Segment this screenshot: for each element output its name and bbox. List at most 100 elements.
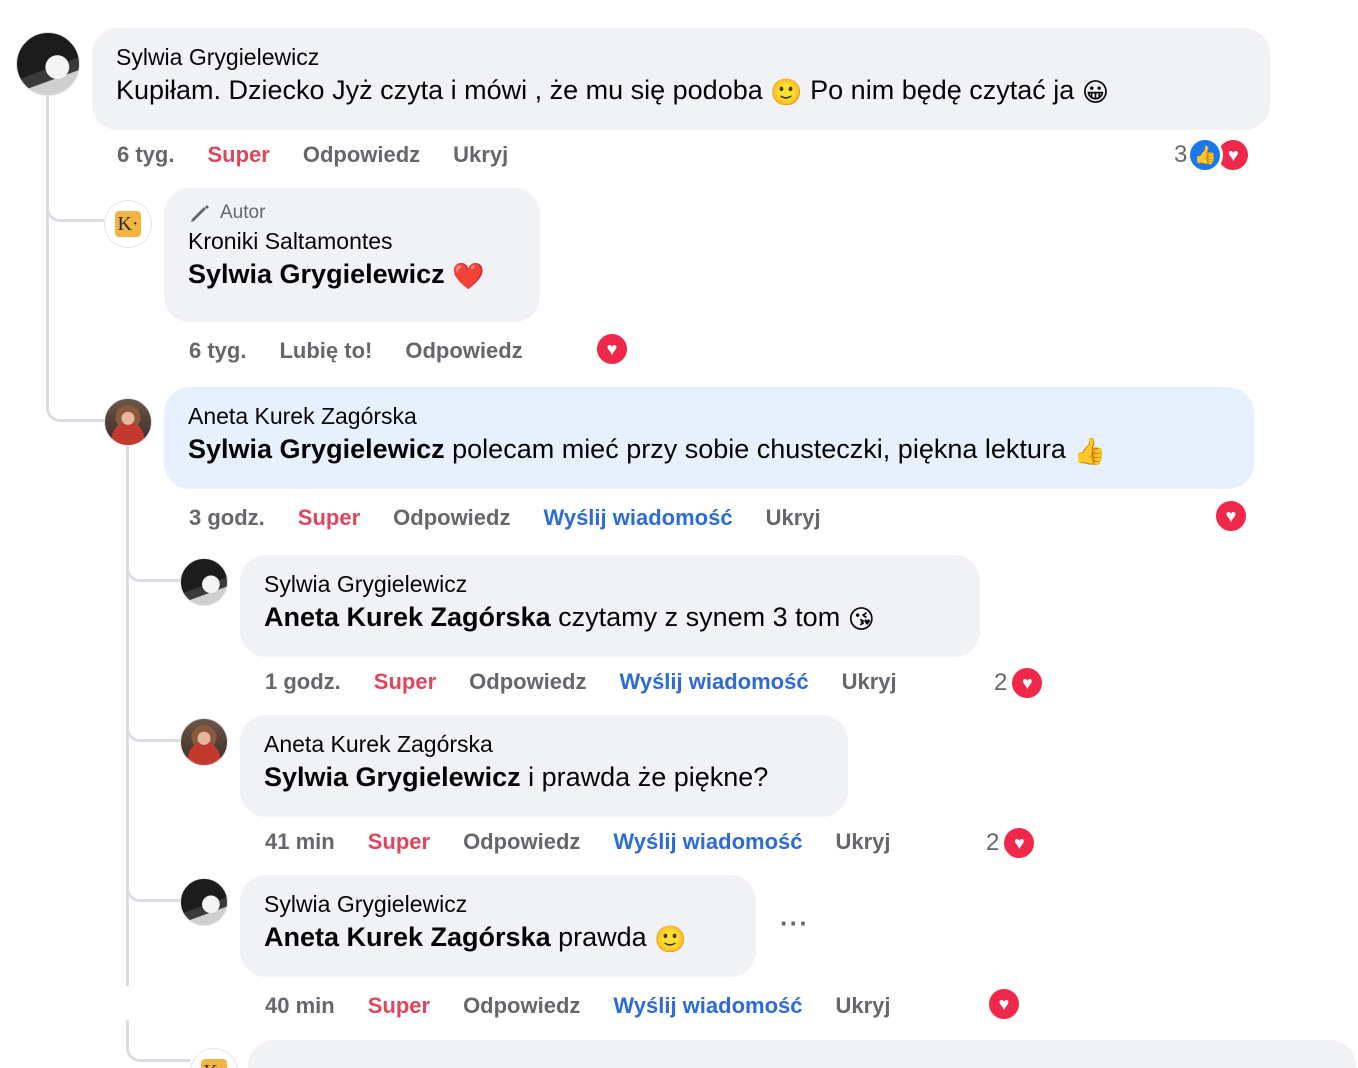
super-button[interactable]: Super xyxy=(368,993,430,1019)
avatar[interactable]: K· xyxy=(190,1048,238,1068)
super-button[interactable]: Super xyxy=(374,669,436,695)
comment-bubble: Aneta Kurek Zagórska Sylwia Grygielewicz… xyxy=(240,715,848,817)
reaction-count: 2 xyxy=(994,669,1008,696)
reply-input-bubble[interactable] xyxy=(248,1040,1356,1068)
avatar[interactable] xyxy=(180,558,228,606)
heart-reaction-icon: ♥ xyxy=(1001,825,1038,861)
comment-text-body: Kupiłam. Dziecko Jyż czyta i mówi , że m… xyxy=(116,75,763,105)
thread-elbow-nested-2 xyxy=(126,700,180,742)
timestamp[interactable]: 40 min xyxy=(265,993,335,1019)
reaction-summary[interactable]: ♥ xyxy=(1213,498,1249,534)
reaction-summary[interactable]: 3 👍 ♥ xyxy=(1174,137,1252,173)
avatar[interactable]: K· xyxy=(104,200,152,248)
grin-emoji-icon: 😀 xyxy=(1081,77,1109,107)
comment-author[interactable]: Sylwia Grygielewicz xyxy=(264,889,732,919)
comment-author[interactable]: Aneta Kurek Zagórska xyxy=(264,729,824,759)
timestamp[interactable]: 6 tyg. xyxy=(117,142,174,168)
reply-button[interactable]: Odpowiedz xyxy=(405,338,522,364)
comment-author[interactable]: Sylwia Grygielewicz xyxy=(264,569,956,599)
mention-link[interactable]: Sylwia Grygielewicz xyxy=(188,259,445,289)
reply-button[interactable]: Odpowiedz xyxy=(463,829,580,855)
comment-author[interactable]: Aneta Kurek Zagórska xyxy=(188,401,1230,431)
mention-link[interactable]: Sylwia Grygielewicz xyxy=(264,762,521,792)
more-options-icon[interactable]: ··· xyxy=(780,908,809,939)
page-logo: K· xyxy=(115,211,141,237)
reaction-count: 3 xyxy=(1174,141,1188,168)
heart-reaction-icon: ♥ xyxy=(594,331,630,367)
super-button[interactable]: Super xyxy=(207,142,269,168)
reaction-summary[interactable]: ♥ xyxy=(594,331,630,367)
timestamp[interactable]: 1 godz. xyxy=(265,669,341,695)
super-button[interactable]: Super xyxy=(298,505,360,531)
mention-link[interactable]: Aneta Kurek Zagórska xyxy=(264,922,551,952)
author-badge: Autor xyxy=(188,200,516,226)
send-message-button[interactable]: Wyślij wiadomość xyxy=(543,505,732,531)
comment-actions: 6 tyg. Lubię to! Odpowiedz xyxy=(189,338,556,364)
thread-elbow-author-reply xyxy=(46,150,104,222)
smile-emoji-icon: 🙂 xyxy=(770,77,803,107)
reply-button[interactable]: Odpowiedz xyxy=(393,505,510,531)
timestamp[interactable]: 41 min xyxy=(265,829,335,855)
timestamp[interactable]: 6 tyg. xyxy=(189,338,246,364)
send-message-button[interactable]: Wyślij wiadomość xyxy=(613,993,802,1019)
smile-emoji-icon: 🙂 xyxy=(654,924,687,954)
comment-bubble: Sylwia Grygielewicz Kupiłam. Dziecko Jyż… xyxy=(92,28,1270,130)
avatar[interactable] xyxy=(104,398,152,446)
comment-bubble: Autor Kroniki Saltamontes Sylwia Grygiel… xyxy=(164,188,540,322)
pen-icon xyxy=(191,205,209,222)
comment-actions: 41 min Super Odpowiedz Wyślij wiadomość … xyxy=(265,829,924,855)
comment-text-body: i prawda że piękne? xyxy=(528,762,769,792)
comment-author[interactable]: Sylwia Grygielewicz xyxy=(116,42,1246,72)
comment-bubble: Aneta Kurek Zagórska Sylwia Grygielewicz… xyxy=(164,387,1254,489)
hide-button[interactable]: Ukryj xyxy=(766,505,821,531)
comment-actions: 40 min Super Odpowiedz Wyślij wiadomość … xyxy=(265,993,924,1019)
like-button[interactable]: Lubię to! xyxy=(279,338,372,364)
super-button[interactable]: Super xyxy=(368,829,430,855)
heart-reaction-icon: ♥ xyxy=(1213,498,1249,534)
hide-button[interactable]: Ukryj xyxy=(842,669,897,695)
send-message-button[interactable]: Wyślij wiadomość xyxy=(613,829,802,855)
comment-text: Aneta Kurek Zagórska prawda 🙂 xyxy=(264,919,732,955)
heart-reaction-icon: ♥ xyxy=(1009,665,1046,701)
avatar[interactable] xyxy=(180,878,228,926)
comment-text-body-2: Po nim będę czytać ja xyxy=(810,75,1075,105)
author-badge-label: Autor xyxy=(220,202,266,223)
page-logo: K· xyxy=(201,1059,227,1068)
comment-bubble: Sylwia Grygielewicz Aneta Kurek Zagórska… xyxy=(240,875,756,977)
kiss-emoji-icon: 😘 xyxy=(847,604,875,634)
comment-author[interactable]: Kroniki Saltamontes xyxy=(188,226,516,256)
comment-text-body: czytamy z synem 3 tom xyxy=(558,602,841,632)
comment-actions: 3 godz. Super Odpowiedz Wyślij wiadomość… xyxy=(189,505,854,531)
avatar[interactable] xyxy=(180,718,228,766)
comment-actions: 1 godz. Super Odpowiedz Wyślij wiadomość… xyxy=(265,669,930,695)
comment-text: Aneta Kurek Zagórska czytamy z synem 3 t… xyxy=(264,599,956,635)
reply-button[interactable]: Odpowiedz xyxy=(469,669,586,695)
thread-elbow-aneta-reply xyxy=(46,222,104,422)
thread-elbow-nested-3 xyxy=(126,860,180,902)
avatar[interactable] xyxy=(16,32,80,96)
reply-button[interactable]: Odpowiedz xyxy=(463,993,580,1019)
timestamp[interactable]: 3 godz. xyxy=(189,505,265,531)
reaction-summary[interactable]: ♥ xyxy=(986,986,1022,1022)
comment-text: Kupiłam. Dziecko Jyż czyta i mówi , że m… xyxy=(116,72,1246,108)
like-reaction-icon: 👍 xyxy=(1187,137,1224,173)
comment-text-body: prawda xyxy=(558,922,647,952)
reaction-summary[interactable]: 2 ♥ xyxy=(994,665,1046,701)
mention-link[interactable]: Aneta Kurek Zagórska xyxy=(264,602,551,632)
reaction-summary[interactable]: 2 ♥ xyxy=(986,825,1038,861)
reply-button[interactable]: Odpowiedz xyxy=(303,142,420,168)
heart-reaction-icon: ♥ xyxy=(986,986,1022,1022)
hide-button[interactable]: Ukryj xyxy=(453,142,508,168)
comment-text: Sylwia Grygielewicz polecam mieć przy so… xyxy=(188,431,1230,467)
thumbs-up-emoji-icon: 👍 xyxy=(1073,436,1106,466)
hide-button[interactable]: Ukryj xyxy=(836,829,891,855)
reaction-count: 2 xyxy=(986,829,1000,856)
hide-button[interactable]: Ukryj xyxy=(836,993,891,1019)
mention-link[interactable]: Sylwia Grygielewicz xyxy=(188,434,445,464)
heart-emoji-icon: ❤️ xyxy=(452,261,485,291)
thread-elbow-nested-1 xyxy=(126,540,180,582)
comment-text: Sylwia Grygielewicz i prawda że piękne? xyxy=(264,759,824,795)
thread-elbow-nested-4 xyxy=(126,1020,190,1062)
send-message-button[interactable]: Wyślij wiadomość xyxy=(619,669,808,695)
comment-text: Sylwia Grygielewicz ❤️ xyxy=(188,256,516,292)
